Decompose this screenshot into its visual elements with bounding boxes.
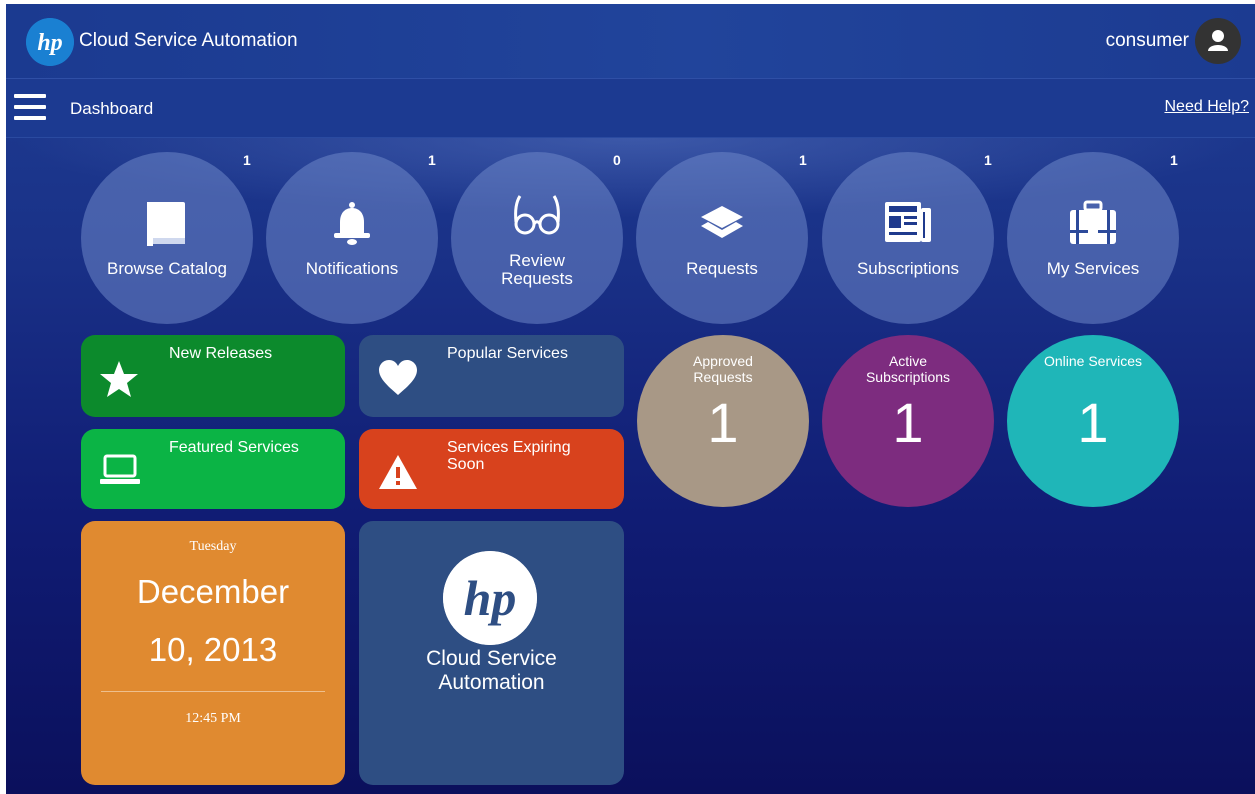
- stat-value: 1: [892, 391, 924, 454]
- nav-circle-label: Browse Catalog: [106, 259, 227, 278]
- badge-subscriptions: 1: [984, 152, 992, 168]
- stat-label: Active Subscriptions: [865, 353, 951, 385]
- stat-label: Online Services: [1043, 353, 1143, 369]
- book-icon: [145, 200, 189, 253]
- date-month: December: [136, 573, 290, 610]
- tile-label: Popular Services: [447, 345, 568, 362]
- hp-logo-text: hp: [37, 30, 62, 56]
- brand-name: Cloud Service Automation: [426, 647, 557, 694]
- date-tile: Tuesday December 10, 2013 12:45 PM: [81, 521, 345, 785]
- services-expiring-soon-tile[interactable]: Services Expiring Soon: [359, 429, 624, 509]
- nav-circle-my-services[interactable]: My Services: [1007, 152, 1179, 324]
- nav-circle-review-requests[interactable]: Review Requests: [451, 152, 623, 324]
- heart-icon: [377, 359, 419, 402]
- app-title: Cloud Service Automation: [79, 30, 298, 51]
- tile-label: Featured Services: [169, 439, 299, 456]
- date-divider: [101, 691, 325, 692]
- user-avatar-icon[interactable]: [1195, 18, 1241, 64]
- nav-circle-browse-catalog[interactable]: Browse Catalog: [81, 152, 253, 324]
- hp-logo-icon: hp: [443, 551, 537, 645]
- nav-bar: Dashboard Need Help?: [6, 80, 1255, 138]
- featured-services-tile[interactable]: Featured Services: [81, 429, 345, 509]
- newspaper-icon: [883, 200, 933, 249]
- top-header: hp Cloud Service Automation consumer: [6, 4, 1255, 79]
- approved-requests-stat[interactable]: Approved Requests 1: [637, 335, 809, 507]
- need-help-link[interactable]: Need Help?: [1165, 98, 1250, 116]
- badge-notifications: 1: [428, 152, 436, 168]
- page-title: Dashboard: [70, 99, 154, 118]
- app-window: hp Cloud Service Automation consumer Das…: [6, 4, 1255, 794]
- star-icon: [99, 359, 139, 404]
- nav-circle-notifications[interactable]: Notifications: [266, 152, 438, 324]
- nav-circle-label: Requests: [686, 259, 758, 278]
- brand-logo-text: hp: [464, 570, 517, 626]
- badge-browse-catalog: 1: [243, 152, 251, 168]
- tile-label: Services Expiring Soon: [447, 439, 571, 473]
- glasses-icon: [510, 192, 564, 245]
- nav-circle-label: Notifications: [305, 259, 399, 278]
- active-subscriptions-stat[interactable]: Active Subscriptions 1: [822, 335, 994, 507]
- tile-label: New Releases: [169, 345, 273, 362]
- bell-icon: [328, 200, 376, 253]
- laptop-icon: [99, 453, 141, 492]
- hp-logo-icon[interactable]: hp: [26, 18, 74, 66]
- nav-circle-subscriptions[interactable]: Subscriptions: [822, 152, 994, 324]
- popular-services-tile[interactable]: Popular Services: [359, 335, 624, 417]
- nav-circle-requests[interactable]: Requests: [636, 152, 808, 324]
- layers-icon: [697, 204, 747, 249]
- date-day-year: 10, 2013: [148, 631, 278, 668]
- date-day: Tuesday: [189, 539, 237, 554]
- stat-value: 1: [707, 391, 739, 454]
- warning-icon: [377, 453, 419, 496]
- date-time: 12:45 PM: [185, 711, 241, 726]
- stat-label: Approved Requests: [693, 353, 753, 385]
- username[interactable]: consumer: [1106, 30, 1189, 52]
- nav-circle-label: My Services: [1046, 259, 1140, 278]
- new-releases-tile[interactable]: New Releases: [81, 335, 345, 417]
- stat-value: 1: [1077, 391, 1109, 454]
- online-services-stat[interactable]: Online Services 1: [1007, 335, 1179, 507]
- nav-circle-label: Review Requests: [501, 251, 573, 288]
- badge-requests: 1: [799, 152, 807, 168]
- badge-review-requests: 0: [613, 152, 621, 168]
- menu-icon[interactable]: [14, 94, 46, 124]
- brand-tile: hp Cloud Service Automation: [359, 521, 624, 785]
- briefcase-icon: [1068, 200, 1118, 251]
- badge-my-services: 1: [1170, 152, 1178, 168]
- nav-circle-label: Subscriptions: [856, 259, 960, 278]
